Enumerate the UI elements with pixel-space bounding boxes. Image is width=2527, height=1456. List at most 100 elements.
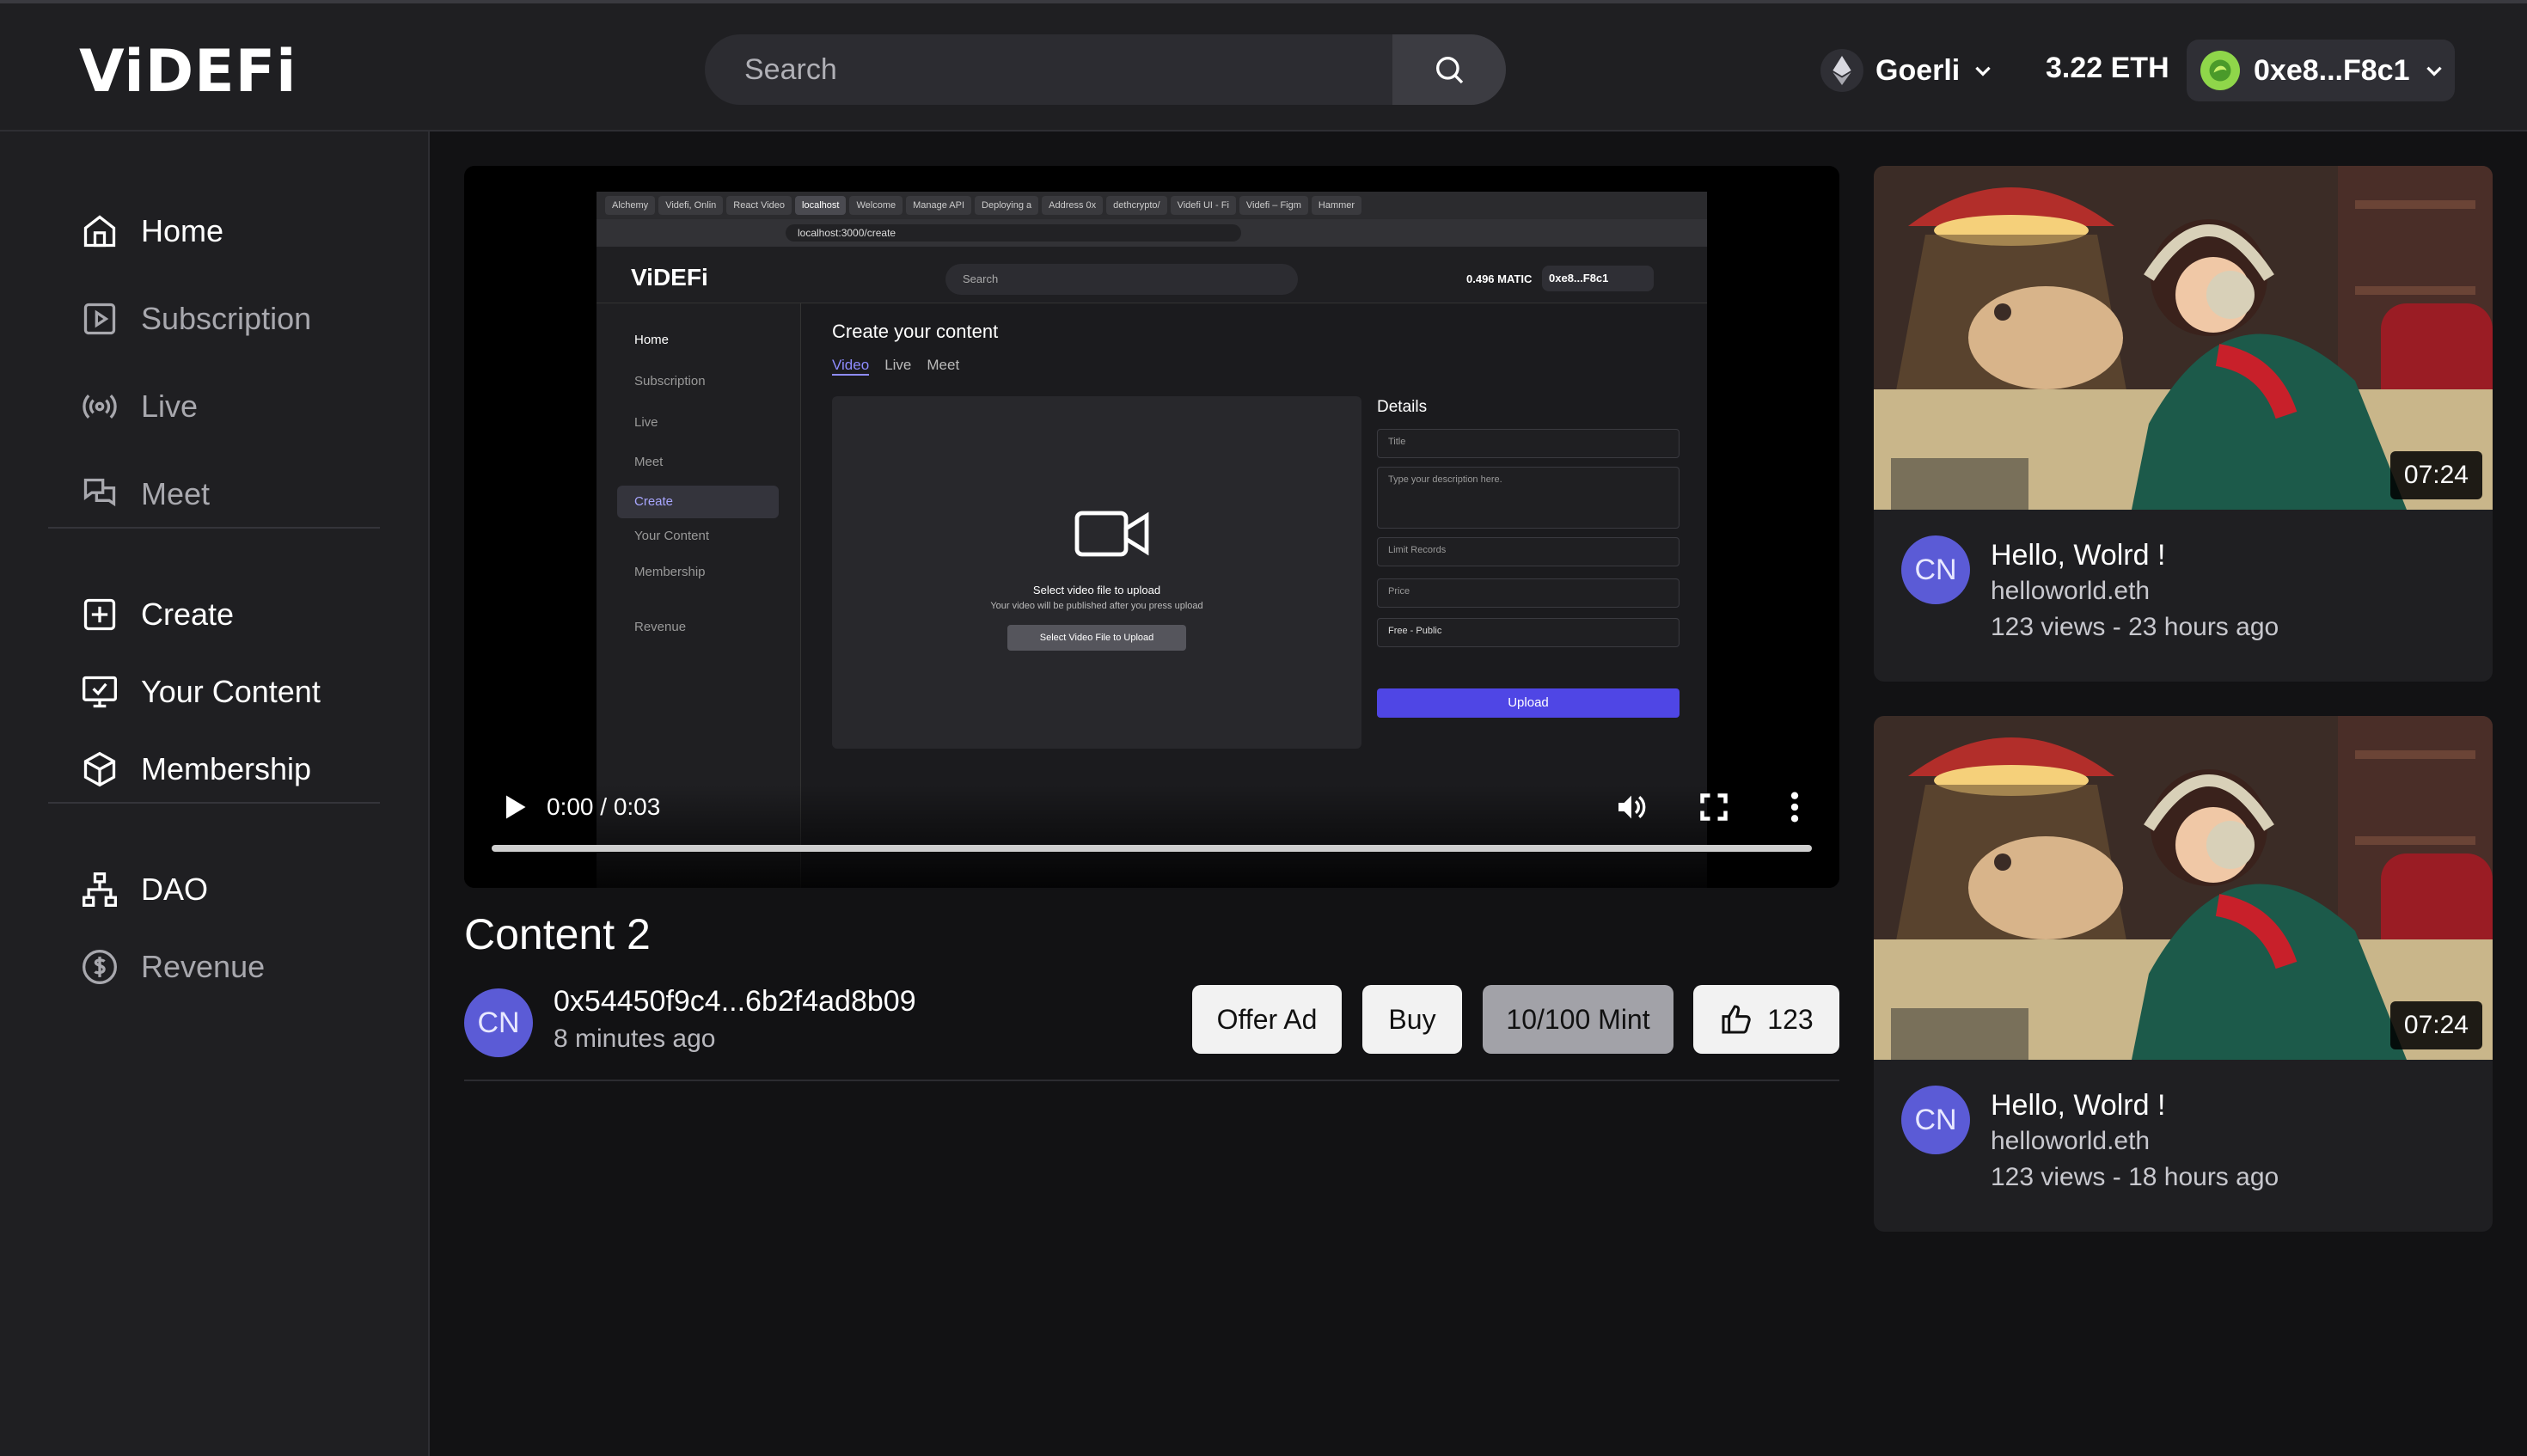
inner-tab: Address 0x	[1042, 196, 1104, 215]
inner-search: Search	[945, 264, 1298, 295]
video-camera-icon	[1074, 511, 1149, 557]
sidebar-item-label: Revenue	[141, 949, 266, 984]
sidebar-item-meet[interactable]: Meet	[79, 468, 210, 520]
thumbs-up-icon	[1722, 1005, 1751, 1034]
inner-browser-tabs: Alchemy Videfi, Onlin React Video localh…	[597, 192, 1707, 219]
inner-tab: React Video	[726, 196, 792, 215]
sidebar-item-revenue[interactable]: Revenue	[79, 941, 265, 993]
wallet-avatar-icon	[2200, 51, 2240, 90]
sidebar-item-label: Membership	[141, 751, 312, 786]
top-header: ViDEFi Goerli 3.22 ETH 0xe8...F8c1	[0, 0, 2527, 132]
inner-tab: Deploying a	[975, 196, 1039, 215]
search-bar	[705, 34, 1506, 105]
inner-logo: ViDEFi	[631, 264, 708, 291]
video-duration: 07:24	[2389, 451, 2482, 499]
search-input[interactable]	[705, 34, 1392, 105]
sidebar-item-home[interactable]: Home	[79, 205, 223, 257]
video-card[interactable]: 07:24 CN Hello, Wolrd ! helloworld.eth 1…	[1874, 716, 2493, 1232]
player-time: 0:00 / 0:03	[547, 793, 661, 820]
play-square-icon	[79, 298, 120, 340]
video-thumbnail[interactable]: 07:24	[1874, 166, 2493, 510]
search-icon	[1436, 57, 1464, 84]
chevron-down-icon	[1975, 66, 1991, 76]
more-options-icon[interactable]	[1786, 790, 1803, 824]
channel-name[interactable]: helloworld.eth	[1991, 577, 2150, 606]
inner-dropzone: Select video file to upload Your video w…	[832, 396, 1361, 749]
sidebar-item-label: Your Content	[141, 674, 321, 709]
sidebar-item-label: DAO	[141, 872, 209, 907]
video-stats: 123 views - 23 hours ago	[1991, 613, 2279, 641]
inner-tab: dethcrypto/	[1106, 196, 1167, 215]
play-icon[interactable]	[499, 792, 529, 823]
channel-name[interactable]: helloworld.eth	[1991, 1127, 2150, 1156]
divider	[464, 1080, 1839, 1081]
sidebar-item-your-content[interactable]: Your Content	[79, 666, 321, 718]
sidebar-item-live[interactable]: Live	[79, 381, 198, 432]
inner-nav-item: Subscription	[634, 374, 706, 388]
video-thumbnail[interactable]: 07:24	[1874, 716, 2493, 1060]
sidebar-item-label: Create	[141, 596, 235, 632]
fullscreen-icon[interactable]	[1698, 792, 1729, 823]
inner-select-button: Select Video File to Upload	[1007, 625, 1186, 651]
sidebar-item-label: Subscription	[141, 301, 312, 336]
inner-drop-sub: Your video will be published after you p…	[990, 601, 1203, 611]
wallet-account-button[interactable]: 0xe8...F8c1	[2187, 40, 2455, 101]
inner-tab: Videfi – Figm	[1239, 196, 1308, 215]
inner-tab: Hammer	[1311, 196, 1362, 215]
sidebar-item-label: Meet	[141, 476, 211, 511]
video-title[interactable]: Hello, Wolrd !	[1991, 1089, 2165, 1123]
video-card[interactable]: 07:24 CN Hello, Wolrd ! helloworld.eth 1…	[1874, 166, 2493, 682]
sidebar-item-membership[interactable]: Membership	[79, 743, 311, 795]
network-selector[interactable]: Goerli	[1820, 45, 1994, 96]
sidebar-item-create[interactable]: Create	[79, 589, 234, 640]
creator-address[interactable]: 0x54450f9c4...6b2f4ad8b09	[554, 985, 916, 1019]
network-name: Goerli	[1875, 53, 1961, 87]
inner-tab-live: Live	[884, 357, 912, 373]
home-icon	[79, 211, 120, 252]
broadcast-icon	[79, 386, 120, 427]
channel-avatar[interactable]: CN	[1901, 535, 1970, 604]
progress-bar[interactable]	[492, 845, 1812, 852]
sidebar-item-label: Live	[141, 388, 199, 424]
inner-upload-button: Upload	[1377, 688, 1680, 718]
inner-field-access: Free - Public	[1377, 618, 1680, 647]
search-button[interactable]	[1392, 34, 1506, 105]
sidebar-item-subscription[interactable]: Subscription	[79, 293, 311, 345]
ethereum-icon	[1820, 49, 1863, 92]
chevron-down-icon	[2426, 66, 2443, 76]
inner-tab: Videfi UI - Fi	[1170, 196, 1236, 215]
video-duration: 07:24	[2389, 1001, 2482, 1049]
inner-nav-item: Live	[634, 415, 658, 430]
creator-avatar[interactable]: CN	[464, 988, 533, 1057]
inner-tab: Alchemy	[605, 196, 656, 215]
content-title: Content 2	[464, 910, 651, 958]
sidebar-item-dao[interactable]: DAO	[79, 864, 208, 915]
channel-avatar[interactable]: CN	[1901, 1086, 1970, 1154]
inner-nav-item: Membership	[634, 565, 706, 579]
inner-tab-video: Video	[832, 357, 870, 376]
wallet-balance: 3.22 ETH	[2046, 52, 2169, 84]
cube-icon	[79, 749, 120, 790]
offer-ad-button[interactable]: Offer Ad	[1192, 985, 1342, 1054]
inner-field-title: Title	[1377, 429, 1680, 458]
video-title[interactable]: Hello, Wolrd !	[1991, 539, 2165, 572]
inner-balance: 0.496 MATIC	[1466, 272, 1533, 285]
chat-icon	[79, 474, 120, 515]
mint-button[interactable]: 10/100 Mint	[1483, 985, 1673, 1054]
inner-tab: Manage API	[906, 196, 972, 215]
app-logo[interactable]: ViDEFi	[79, 38, 297, 106]
video-player[interactable]: Alchemy Videfi, Onlin React Video localh…	[464, 166, 1839, 888]
inner-url: localhost:3000/create	[786, 224, 1241, 242]
sidebar-item-label: Home	[141, 213, 224, 248]
volume-icon[interactable]	[1614, 790, 1649, 824]
inner-nav-item: Your Content	[634, 529, 710, 543]
sidebar-divider	[48, 527, 380, 529]
video-frame: Alchemy Videfi, Onlin React Video localh…	[597, 192, 1707, 888]
like-button[interactable]: 123	[1693, 985, 1839, 1054]
inner-details-title: Details	[1377, 398, 1428, 416]
buy-button[interactable]: Buy	[1362, 985, 1462, 1054]
inner-page-title: Create your content	[832, 321, 999, 342]
inner-nav-item: Create	[634, 494, 674, 509]
inner-nav-item: Home	[634, 333, 670, 347]
inner-nav-item: Meet	[634, 455, 664, 469]
